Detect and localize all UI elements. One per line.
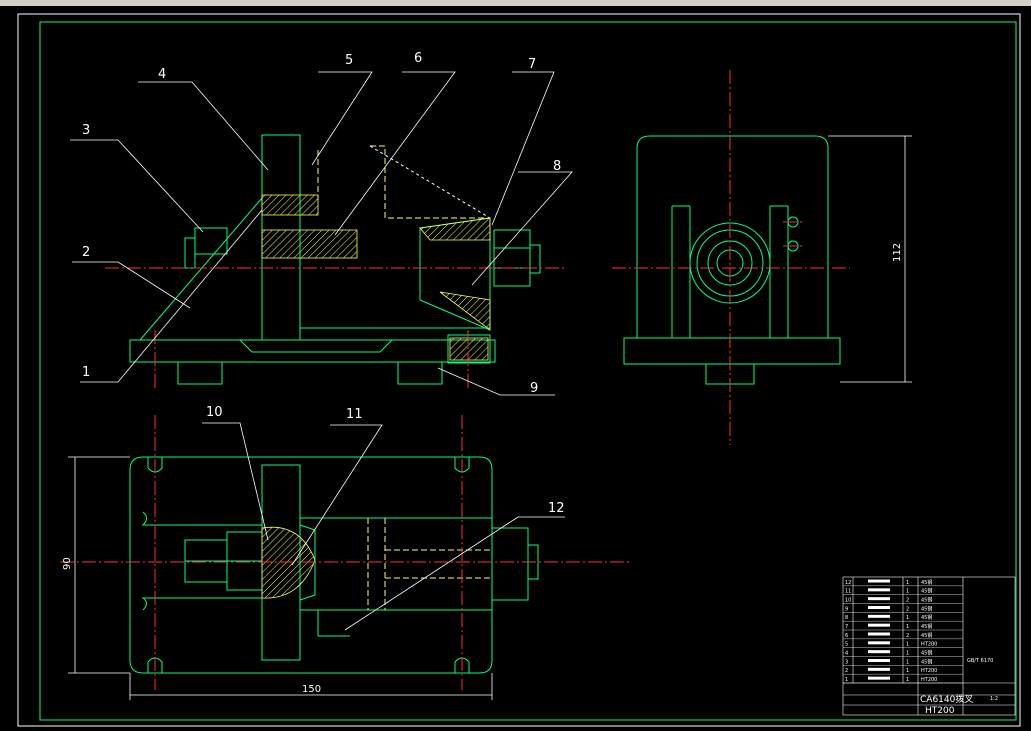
parts-cell-mat: HT200 bbox=[921, 668, 937, 674]
parts-cell-name bbox=[868, 659, 890, 662]
parts-cell-qty: 1 bbox=[906, 677, 909, 683]
parts-cell-name bbox=[868, 597, 890, 601]
title-scale: 1:2 bbox=[990, 696, 998, 702]
parts-cell-name bbox=[868, 623, 890, 627]
parts-cell-name bbox=[868, 579, 890, 583]
parts-cell-no: 2 bbox=[845, 668, 848, 674]
parts-cell-no: 7 bbox=[845, 624, 848, 630]
parts-cell-name bbox=[868, 588, 890, 592]
parts-cell-qty: 2 bbox=[906, 606, 909, 612]
parts-cell-name bbox=[868, 676, 890, 680]
parts-cell-mat: 45钢 bbox=[921, 605, 932, 612]
parts-cell-no: 12 bbox=[845, 580, 851, 586]
parts-cell-no: 1 bbox=[845, 677, 848, 683]
parts-cell-name bbox=[868, 606, 890, 609]
parts-cell-qty: 2 bbox=[906, 598, 909, 604]
title-material: HT200 bbox=[925, 706, 955, 716]
parts-cell-qty: 1 bbox=[906, 580, 909, 586]
parts-cell-qty: 1 bbox=[906, 668, 909, 674]
parts-cell-mat: 45钢 bbox=[921, 658, 932, 665]
parts-cell-mat: 45钢 bbox=[921, 614, 932, 621]
parts-cell-name bbox=[868, 632, 890, 636]
title-block-text: 12 1 45钢11 1 45钢10 2 45钢9 2 45钢8 1 45钢7 1 45钢6 2 45钢5 1… bbox=[845, 579, 937, 683]
side-center-lines bbox=[612, 70, 850, 445]
outer-border bbox=[17, 13, 1021, 727]
balloon-8: 8 bbox=[553, 159, 561, 174]
top-center-lines bbox=[60, 415, 630, 690]
balloon-6: 6 bbox=[414, 51, 422, 66]
cad-drawing-canvas[interactable]: 112 90 150 1 2 3 4 5 6 7 8 9 10 11 12 12… bbox=[0, 6, 1031, 731]
parts-cell-mat: HT200 bbox=[921, 677, 937, 683]
leader-lines bbox=[70, 71, 573, 631]
balloon-2: 2 bbox=[82, 245, 90, 260]
parts-cell-qty: 2 bbox=[906, 633, 909, 639]
balloon-1: 1 bbox=[82, 365, 90, 380]
balloon-10: 10 bbox=[206, 405, 223, 420]
parts-cell-name bbox=[868, 667, 890, 671]
parts-cell-no: 10 bbox=[845, 598, 851, 604]
parts-cell-mat: 45钢 bbox=[921, 650, 932, 657]
parts-cell-no: 4 bbox=[845, 651, 848, 657]
parts-cell-qty: 1 bbox=[906, 615, 909, 621]
parts-cell-qty: 1 bbox=[906, 642, 909, 648]
top-view bbox=[129, 456, 539, 674]
side-view bbox=[623, 135, 841, 385]
parts-cell-mat: 45钢 bbox=[921, 597, 932, 604]
parts-cell-mat: 45钢 bbox=[921, 632, 932, 639]
parts-cell-no: 11 bbox=[845, 589, 851, 595]
parts-cell-name bbox=[868, 641, 890, 645]
balloon-11: 11 bbox=[346, 407, 363, 422]
balloon-7: 7 bbox=[528, 57, 536, 72]
parts-cell-mat: HT200 bbox=[921, 642, 937, 648]
balloon-3: 3 bbox=[82, 123, 90, 138]
balloon-labels: 1 2 3 4 5 6 7 8 9 10 11 12 bbox=[82, 51, 565, 516]
parts-cell-no: 6 bbox=[845, 633, 848, 639]
parts-cell-no: 3 bbox=[845, 659, 848, 665]
balloon-9: 9 bbox=[530, 381, 538, 396]
parts-cell-qty: 1 bbox=[906, 659, 909, 665]
parts-cell-mat: 45钢 bbox=[921, 588, 932, 595]
parts-cell-qty: 1 bbox=[906, 624, 909, 630]
parts-cell-mat: 45钢 bbox=[921, 623, 932, 630]
parts-cell-mat: 45钢 bbox=[921, 579, 932, 586]
dim-side-height: 112 bbox=[892, 243, 903, 262]
balloon-12: 12 bbox=[548, 501, 565, 516]
top-hidden-lines bbox=[367, 518, 492, 610]
parts-cell-qty: 1 bbox=[906, 651, 909, 657]
title-part-name: CA6140拨叉 bbox=[920, 693, 973, 705]
parts-cell-name bbox=[868, 614, 890, 618]
balloon-4: 4 bbox=[158, 67, 166, 82]
parts-cell-no: 8 bbox=[845, 615, 848, 621]
balloon-5: 5 bbox=[345, 53, 353, 68]
parts-cell-name bbox=[868, 650, 890, 654]
dim-front-width: 150 bbox=[302, 684, 321, 695]
title-std-note: GB/T 6170 bbox=[967, 658, 993, 664]
parts-cell-no: 9 bbox=[845, 606, 848, 612]
parts-cell-no: 5 bbox=[845, 642, 848, 648]
top-hatching bbox=[261, 526, 316, 599]
dim-top-height: 90 bbox=[62, 557, 73, 570]
parts-cell-qty: 1 bbox=[906, 589, 909, 595]
